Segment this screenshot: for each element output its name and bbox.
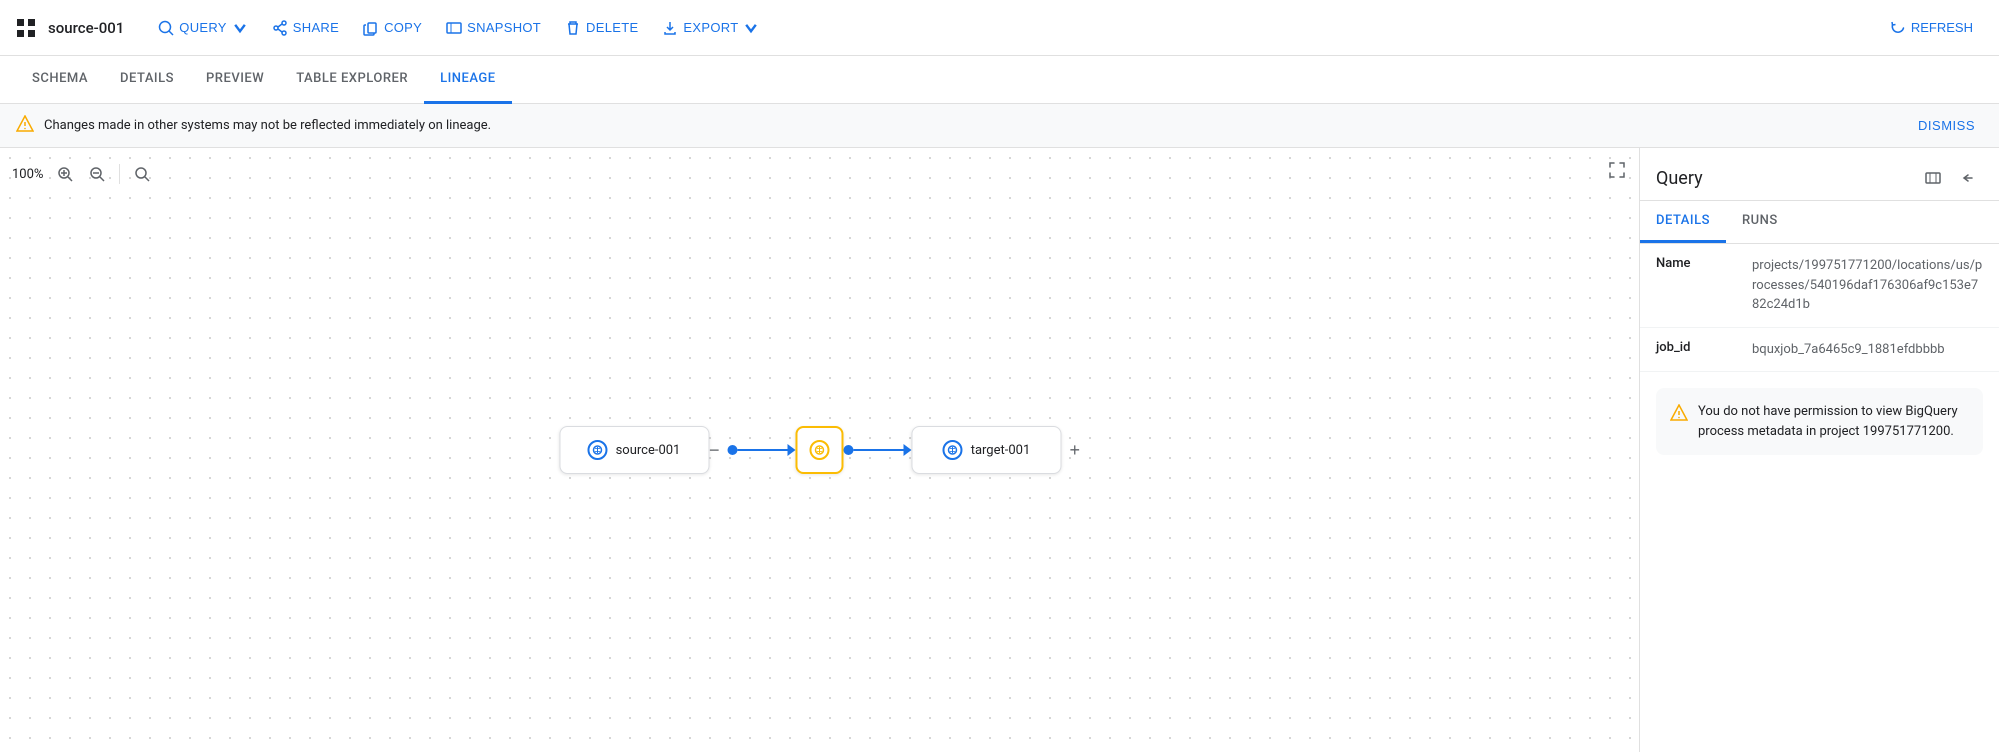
warning-icon xyxy=(16,115,34,137)
lineage-diagram: source-001 − xyxy=(559,426,1080,474)
panel-warning-box: You do not have permission to view BigQu… xyxy=(1656,388,1983,455)
target-node[interactable]: target-001 xyxy=(912,426,1062,474)
tab-details[interactable]: DETAILS xyxy=(104,56,190,104)
tab-lineage[interactable]: LINEAGE xyxy=(424,56,512,104)
panel-title: Query xyxy=(1656,168,1703,189)
delete-icon xyxy=(565,20,581,36)
left-connector xyxy=(728,444,796,456)
copy-icon xyxy=(363,20,379,36)
panel-tab-bar: DETAILS RUNS xyxy=(1640,201,1999,244)
source-node[interactable]: source-001 xyxy=(559,426,709,474)
process-node[interactable] xyxy=(796,426,844,474)
main-area: 100% source-001 xyxy=(0,148,1999,752)
zoom-out-icon xyxy=(89,166,105,182)
tab-bar: SCHEMA DETAILS PREVIEW TABLE EXPLORER LI… xyxy=(0,56,1999,104)
panel-pin-button[interactable] xyxy=(1919,164,1947,192)
query-button[interactable]: QUERY xyxy=(148,14,258,42)
right-arrow xyxy=(904,444,912,456)
detail-job-id-value: bquxjob_7a6465c9_1881efdbbbb xyxy=(1752,340,1945,360)
copy-button[interactable]: COPY xyxy=(353,14,432,42)
share-button[interactable]: SHARE xyxy=(262,14,349,42)
refresh-icon xyxy=(1890,20,1906,36)
tab-schema[interactable]: SCHEMA xyxy=(16,56,104,104)
collapse-icon xyxy=(1960,169,1978,187)
query-dropdown-icon xyxy=(232,20,248,36)
panel-warning-text: You do not have permission to view BigQu… xyxy=(1698,402,1969,441)
target-expand-button[interactable]: + xyxy=(1070,440,1081,461)
source-node-icon xyxy=(588,440,608,460)
fullscreen-icon xyxy=(1607,160,1627,180)
zoom-reset-icon xyxy=(134,166,150,182)
delete-button[interactable]: DELETE xyxy=(555,14,648,42)
share-icon xyxy=(272,20,288,36)
panel-content: Name projects/199751771200/locations/us/… xyxy=(1640,244,1999,752)
source-node-label: source-001 xyxy=(616,443,681,458)
detail-row-name: Name projects/199751771200/locations/us/… xyxy=(1640,244,1999,328)
snapshot-icon xyxy=(446,20,462,36)
export-button[interactable]: EXPORT xyxy=(652,14,769,42)
detail-name-label: Name xyxy=(1656,256,1736,315)
panel-header: Query xyxy=(1640,148,1999,201)
export-dropdown-icon xyxy=(743,20,759,36)
zoom-reset-button[interactable] xyxy=(128,160,156,188)
right-dot xyxy=(844,445,854,455)
panel-warning-icon xyxy=(1670,404,1688,426)
detail-job-id-label: job_id xyxy=(1656,340,1736,360)
right-panel: Query DETAILS xyxy=(1639,148,1999,752)
canvas-area[interactable]: 100% source-001 xyxy=(0,148,1639,752)
zoom-out-button[interactable] xyxy=(83,160,111,188)
tab-preview[interactable]: PREVIEW xyxy=(190,56,280,104)
warning-text: Changes made in other systems may not be… xyxy=(44,118,1910,133)
left-arrow xyxy=(788,444,796,456)
toolbar: source-001 QUERY SHARE COPY SNAPSHOT DEL… xyxy=(0,0,1999,56)
pin-icon xyxy=(1924,169,1942,187)
zoom-in-button[interactable] xyxy=(51,160,79,188)
right-connector xyxy=(844,444,912,456)
detail-row-job-id: job_id bquxjob_7a6465c9_1881efdbbbb xyxy=(1640,328,1999,373)
page-title: source-001 xyxy=(48,19,124,37)
process-node-icon xyxy=(810,440,830,460)
refresh-button[interactable]: REFRESH xyxy=(1880,14,1983,42)
zoom-controls: 100% xyxy=(12,160,156,188)
grid-icon xyxy=(16,18,36,38)
detail-name-value: projects/199751771200/locations/us/proce… xyxy=(1752,256,1983,315)
left-line xyxy=(738,449,788,451)
warning-banner: Changes made in other systems may not be… xyxy=(0,104,1999,148)
snapshot-button[interactable]: SNAPSHOT xyxy=(436,14,551,42)
panel-collapse-button[interactable] xyxy=(1955,164,1983,192)
panel-tab-runs[interactable]: RUNS xyxy=(1726,201,1794,243)
left-dot xyxy=(728,445,738,455)
zoom-in-icon xyxy=(57,166,73,182)
right-line xyxy=(854,449,904,451)
export-icon xyxy=(662,20,678,36)
panel-tab-details[interactable]: DETAILS xyxy=(1640,201,1726,243)
dismiss-button[interactable]: DISMISS xyxy=(1910,114,1983,137)
target-node-label: target-001 xyxy=(971,443,1031,458)
panel-action-icons xyxy=(1919,164,1983,192)
tab-table-explorer[interactable]: TABLE EXPLORER xyxy=(280,56,424,104)
source-collapse-button[interactable]: − xyxy=(709,440,720,461)
target-node-icon xyxy=(943,440,963,460)
zoom-level: 100% xyxy=(12,167,43,182)
fullscreen-button[interactable] xyxy=(1607,160,1627,184)
